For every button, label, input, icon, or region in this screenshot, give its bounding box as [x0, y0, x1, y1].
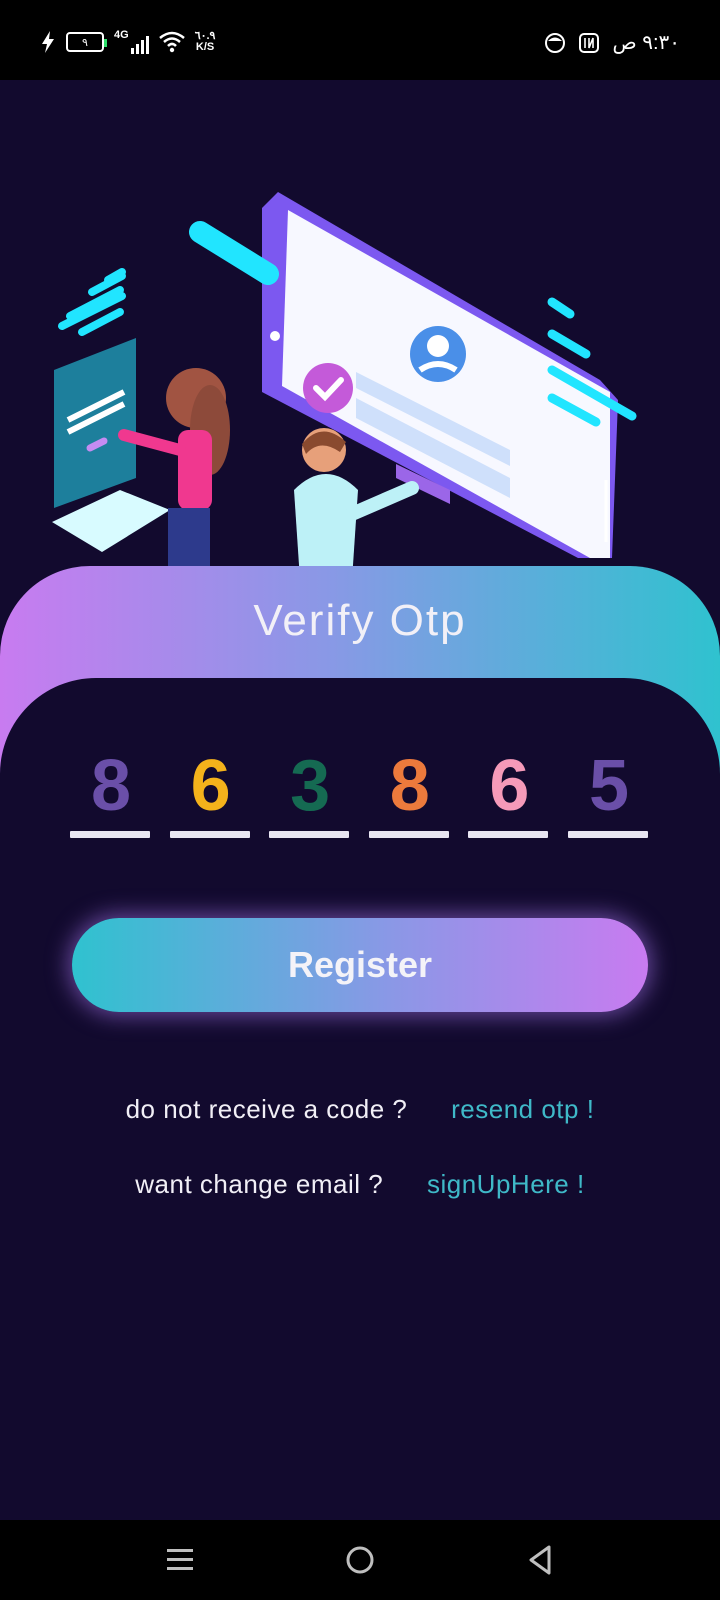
register-button-label: Register	[287, 944, 433, 985]
otp-underline	[468, 831, 549, 838]
verification-illustration	[52, 192, 637, 580]
resend-otp-link[interactable]: resend otp !	[451, 1094, 594, 1124]
otp-underline	[368, 831, 449, 838]
change-email-row: want change email ? signUpHere !	[0, 1169, 720, 1200]
charging-icon	[42, 31, 54, 53]
app-notification-icon	[545, 32, 566, 53]
otp-field-2[interactable]: 6	[169, 745, 252, 838]
otp-input-row: 8 6 3 8 6 5	[70, 745, 650, 838]
otp-field-3[interactable]: 3	[269, 745, 351, 838]
battery-icon: ٩	[66, 32, 107, 52]
back-icon[interactable]	[520, 1540, 560, 1580]
decorative-dashes-left	[58, 268, 126, 336]
battery-level: ٩	[82, 36, 88, 49]
network-type: 4G	[114, 29, 129, 41]
wifi-icon	[158, 31, 185, 53]
otp-digit: 3	[290, 746, 331, 826]
clock: ٩:٣٠ ص	[612, 32, 680, 54]
nfc-icon	[579, 32, 600, 53]
otp-underline	[70, 831, 150, 838]
woman-figure	[118, 368, 230, 580]
otp-field-1[interactable]: 8	[70, 745, 152, 838]
otp-digit: 6	[489, 746, 530, 826]
status-right: ٩:٣٠ ص	[544, 30, 680, 55]
resend-row: do not receive a code ? resend otp !	[0, 1094, 720, 1125]
verify-card: Verify Otp	[0, 566, 720, 1528]
otp-field-4[interactable]: 8	[368, 745, 451, 838]
status-left: ٩ 4G ٦٠.٩ K/S	[40, 30, 215, 54]
signal-icon: 4G	[114, 30, 149, 54]
data-speed-unit: K/S	[195, 41, 215, 53]
resend-prompt: do not receive a code ?	[125, 1094, 408, 1124]
otp-digit: 5	[588, 746, 629, 826]
otp-digit: 8	[389, 746, 430, 826]
left-panel	[54, 338, 136, 508]
sign-up-link[interactable]: signUpHere !	[427, 1169, 585, 1199]
change-email-prompt: want change email ?	[135, 1169, 384, 1199]
otp-underline	[169, 831, 250, 838]
otp-field-5[interactable]: 6	[468, 745, 550, 838]
home-icon[interactable]	[340, 1540, 380, 1580]
register-button[interactable]: Register	[72, 918, 648, 1012]
menu-icon[interactable]	[160, 1540, 200, 1580]
data-speed: ٦٠.٩ K/S	[195, 31, 216, 53]
otp-digit: 6	[190, 746, 231, 826]
otp-underline	[567, 831, 648, 838]
otp-digit: 8	[90, 746, 132, 826]
page-title: Verify Otp	[253, 596, 467, 645]
otp-underline	[269, 831, 350, 838]
navigation-bar	[0, 1520, 720, 1600]
otp-field-6[interactable]: 5	[567, 745, 650, 838]
check-badge	[303, 363, 353, 413]
status-bar: ٩ 4G ٦٠.٩ K/S ٩:٣٠ ص	[0, 0, 720, 80]
